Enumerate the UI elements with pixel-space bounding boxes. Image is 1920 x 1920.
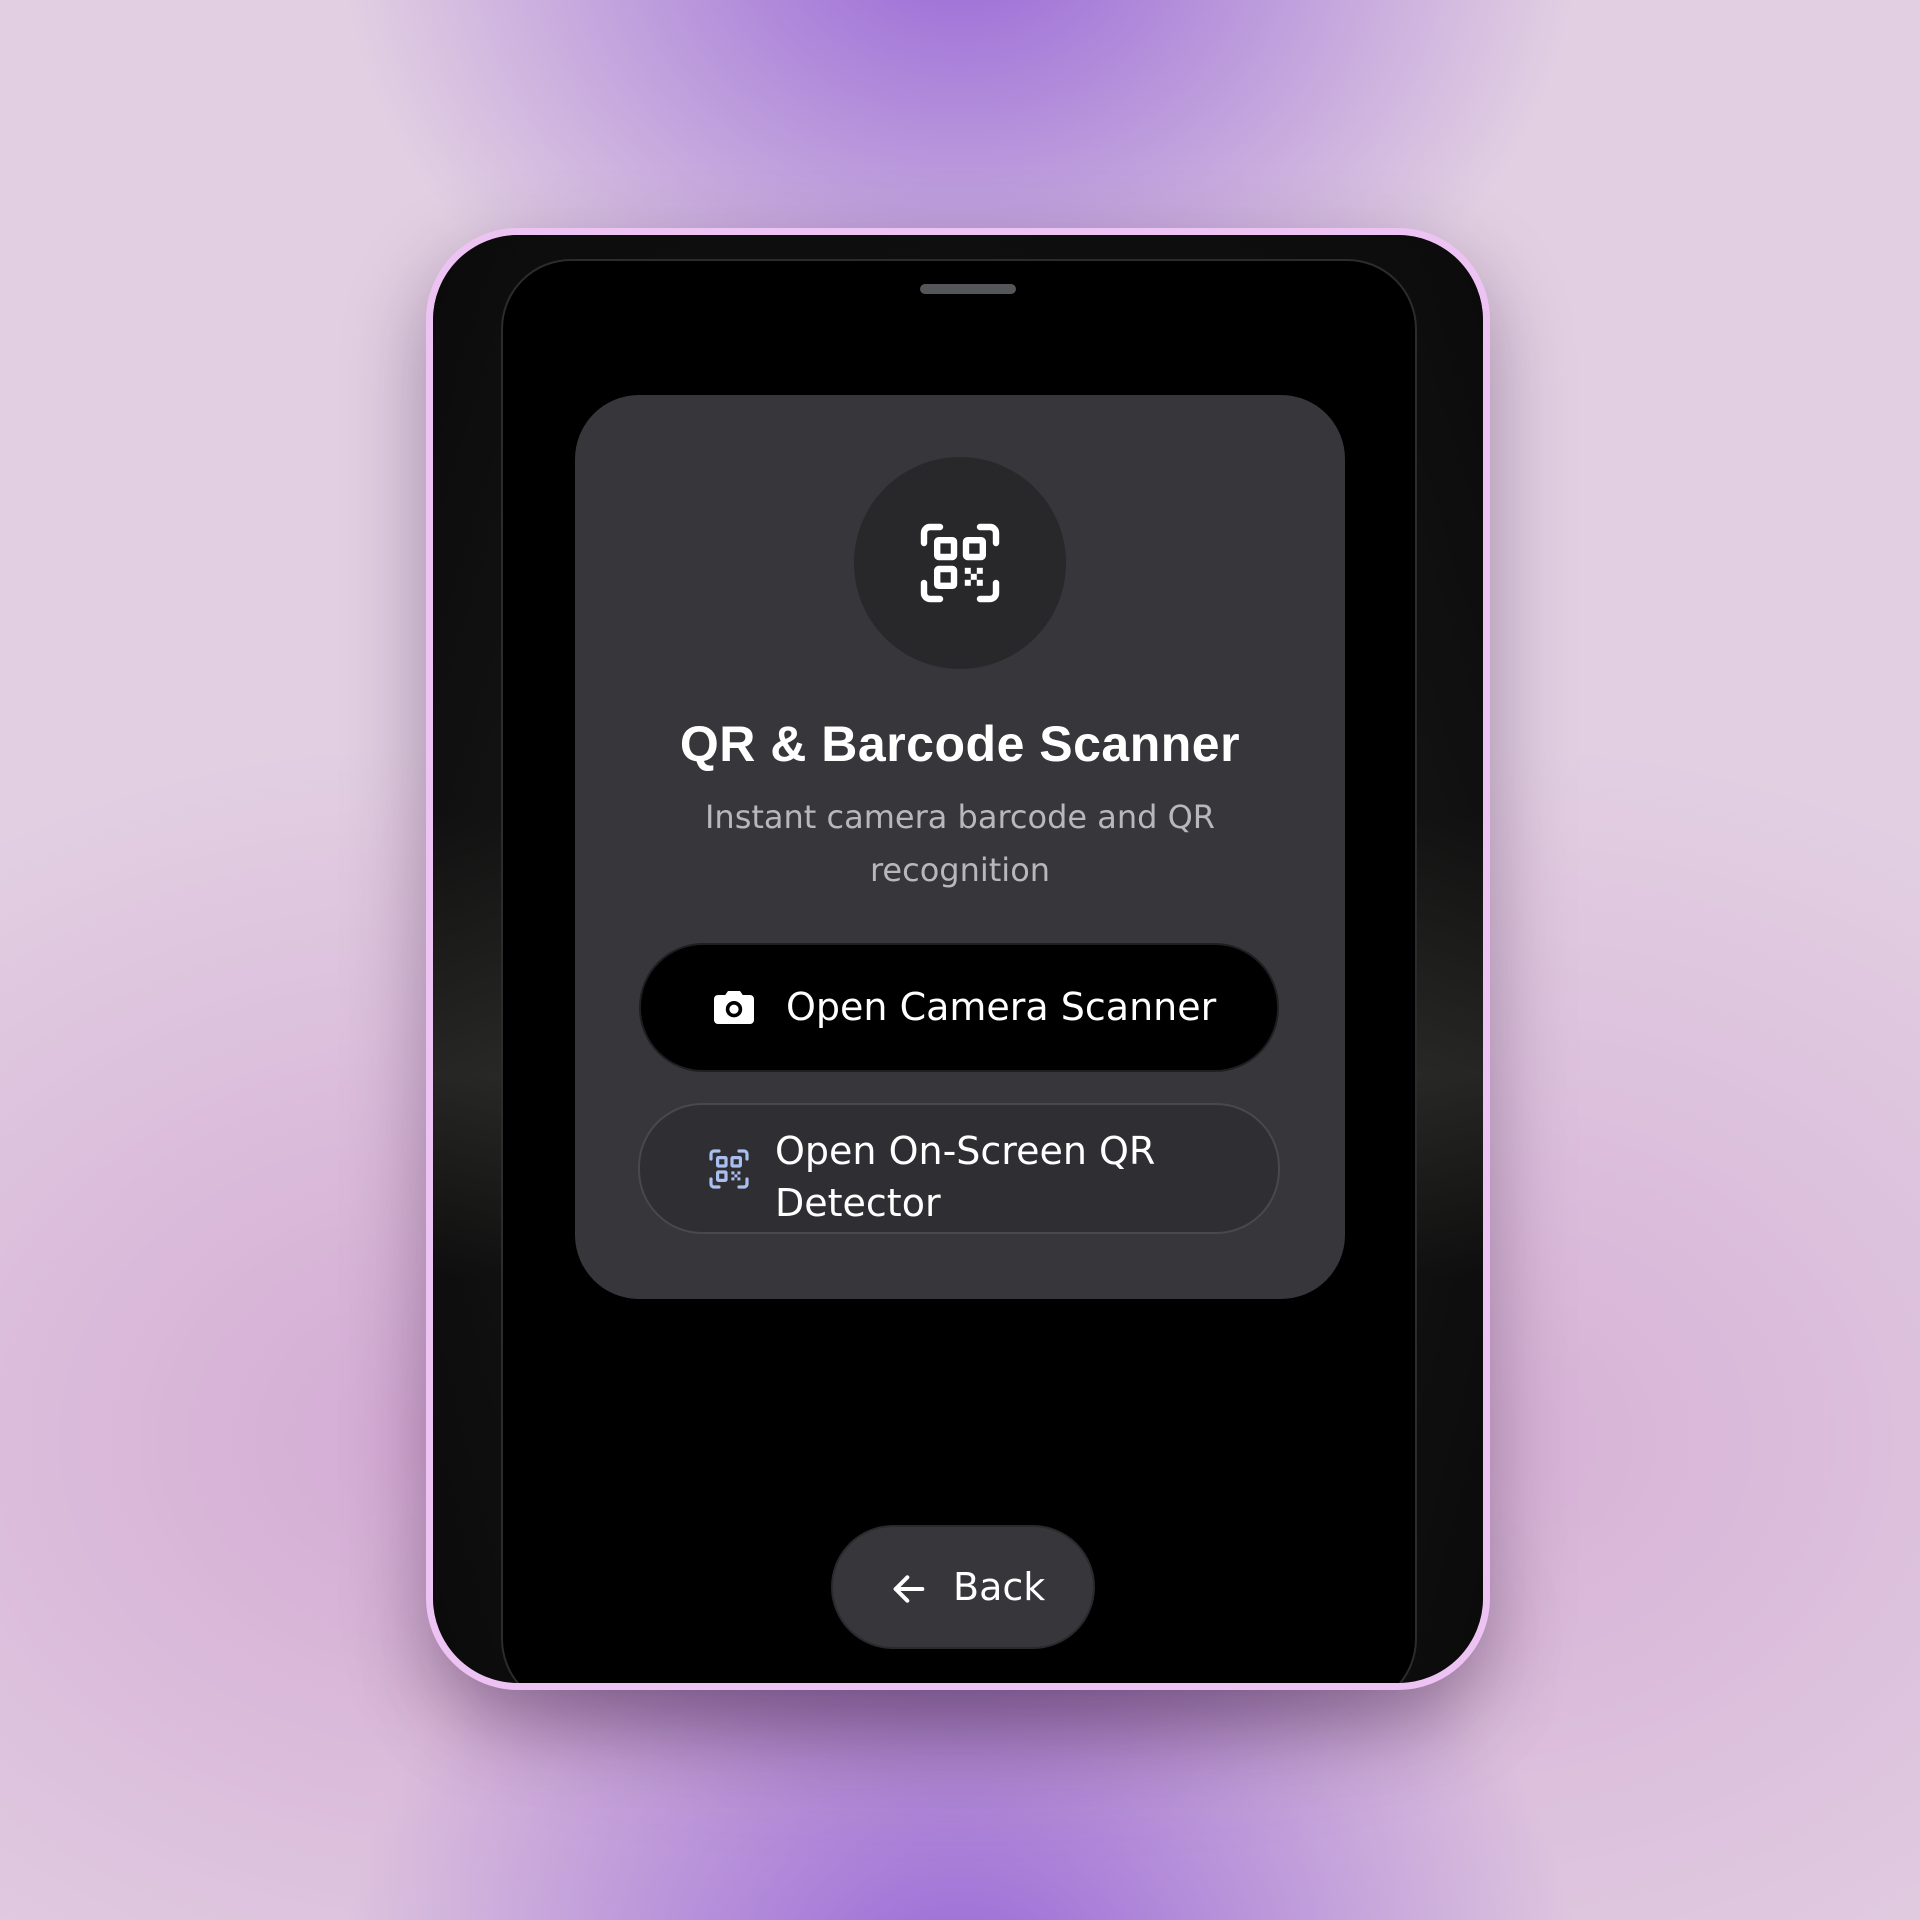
qr-scan-icon <box>920 523 1000 603</box>
open-onscreen-qr-detector-button[interactable]: Open On-Screen QR Detector <box>638 1103 1280 1234</box>
scanner-card: QR & Barcode Scanner Instant camera barc… <box>575 395 1345 1299</box>
screen: QR & Barcode Scanner Instant camera barc… <box>501 259 1417 1683</box>
back-button[interactable]: Back <box>831 1525 1095 1649</box>
arrow-left-icon <box>893 1575 925 1603</box>
open-camera-scanner-label: Open Camera Scanner <box>786 985 1217 1029</box>
page-subtitle: Instant camera barcode and QR recognitio… <box>704 798 1216 889</box>
drag-handle[interactable] <box>920 284 1016 294</box>
qr-scan-icon <box>709 1149 749 1189</box>
open-onscreen-qr-detector-label: Open On-Screen QR Detector <box>775 1129 1156 1221</box>
app-icon-badge <box>854 457 1066 669</box>
camera-icon <box>714 991 754 1024</box>
back-label: Back <box>953 1565 1046 1609</box>
page-title: QR & Barcode Scanner <box>679 716 1241 772</box>
open-camera-scanner-button[interactable]: Open Camera Scanner <box>639 943 1279 1072</box>
device-frame: QR & Barcode Scanner Instant camera barc… <box>426 228 1490 1690</box>
